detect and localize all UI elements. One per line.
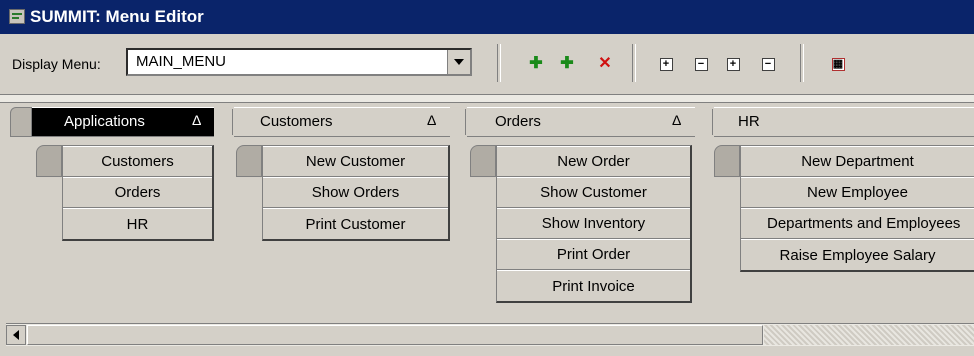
add-submenu-icon[interactable]: ✚	[556, 53, 578, 75]
menu-tab	[470, 145, 496, 177]
scrollbar-thumb[interactable]	[27, 325, 763, 345]
menu-item[interactable]: Departments and Employees	[741, 208, 974, 239]
column-header-label: HR	[738, 113, 760, 130]
menu-item[interactable]: HR	[63, 208, 212, 239]
menu-item[interactable]: Print Customer	[263, 208, 448, 239]
expand-icon[interactable]: +	[655, 53, 677, 75]
column-separator	[465, 109, 466, 135]
collapse-arrow-icon[interactable]: Δ	[672, 112, 681, 128]
toolbar-separator	[497, 44, 501, 82]
toolbar: Display Menu: MAIN_MENU ✚ ✚ ✕ + − + − ▦	[0, 34, 974, 95]
menu-tab	[236, 145, 262, 177]
toolbar-separator	[800, 44, 804, 82]
column-header-label: Orders	[495, 113, 541, 130]
menu-tab	[36, 145, 62, 177]
add-item-icon[interactable]: ✚	[525, 53, 547, 75]
column-header-hr[interactable]: HR	[714, 107, 974, 137]
menu-list-customers: New Customer Show Orders Print Customer	[262, 145, 450, 241]
app-icon	[9, 9, 25, 24]
scrollbar-track[interactable]	[764, 325, 974, 345]
display-menu-select[interactable]: MAIN_MENU	[126, 48, 472, 76]
menu-tab	[714, 145, 740, 177]
expand-all-icon[interactable]: +	[722, 53, 744, 75]
menu-item[interactable]: Print Invoice	[497, 270, 690, 301]
menu-editor-workspace: Applications Δ Customers Δ Orders Δ HR C…	[0, 95, 974, 323]
collapse-icon[interactable]: −	[690, 53, 712, 75]
column-header-customers[interactable]: Customers Δ	[234, 107, 450, 137]
menu-item[interactable]: Print Order	[497, 239, 690, 270]
column-header-label: Applications	[64, 113, 145, 130]
menu-item[interactable]: Customers	[63, 146, 212, 177]
horizontal-scrollbar[interactable]	[6, 323, 974, 346]
menu-item[interactable]: New Department	[741, 146, 974, 177]
ruler	[0, 95, 974, 103]
menu-item[interactable]: New Employee	[741, 177, 974, 208]
display-menu-label: Display Menu:	[12, 56, 101, 72]
menu-item[interactable]: Show Customer	[497, 177, 690, 208]
menu-list-hr: New Department New Employee Departments …	[740, 145, 974, 272]
column-header-applications[interactable]: Applications Δ	[32, 107, 214, 137]
menu-item[interactable]: New Order	[497, 146, 690, 177]
column-header-orders[interactable]: Orders Δ	[467, 107, 695, 137]
layout-icon[interactable]: ▦	[827, 53, 849, 75]
menu-item[interactable]: New Customer	[263, 146, 448, 177]
column-separator	[712, 109, 713, 135]
menu-list-applications: Customers Orders HR	[62, 145, 214, 241]
column-header-label: Customers	[260, 113, 333, 130]
column-separator	[232, 109, 233, 135]
collapse-all-icon[interactable]: −	[757, 53, 779, 75]
column-tab	[10, 107, 32, 137]
collapse-arrow-icon[interactable]: Δ	[192, 112, 201, 128]
scroll-left-icon[interactable]	[6, 325, 26, 345]
menu-list-orders: New Order Show Customer Show Inventory P…	[496, 145, 692, 303]
toolbar-separator	[632, 44, 636, 82]
delete-icon[interactable]: ✕	[594, 53, 616, 75]
window-title: SUMMIT: Menu Editor	[30, 7, 204, 26]
chevron-down-icon[interactable]	[447, 50, 470, 74]
display-menu-value: MAIN_MENU	[136, 53, 227, 70]
collapse-arrow-icon[interactable]: Δ	[427, 112, 436, 128]
menu-item[interactable]: Orders	[63, 177, 212, 208]
title-bar: SUMMIT: Menu Editor	[0, 0, 974, 34]
menu-item[interactable]: Show Inventory	[497, 208, 690, 239]
menu-item[interactable]: Show Orders	[263, 177, 448, 208]
menu-item[interactable]: Raise Employee Salary	[741, 239, 974, 270]
